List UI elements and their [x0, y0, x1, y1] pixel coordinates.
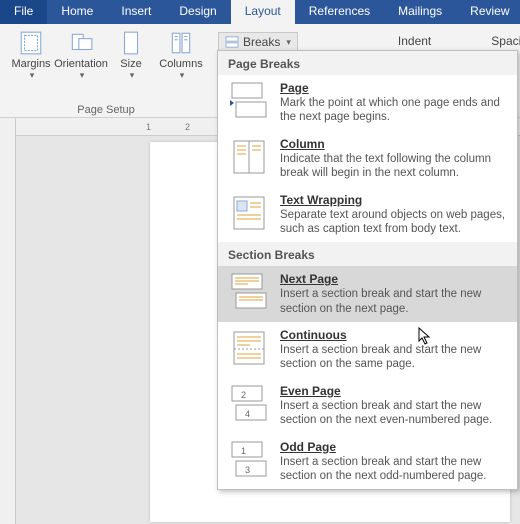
breaks-button[interactable]: Breaks ▾ [218, 32, 298, 52]
size-label: Size [120, 58, 141, 70]
continuous-break-icon [228, 328, 270, 368]
tab-layout[interactable]: Layout [231, 0, 295, 24]
orientation-icon [68, 30, 94, 56]
break-desc: Indicate that the text following the col… [280, 152, 507, 181]
break-option-column[interactable]: Column Indicate that the text following … [218, 131, 517, 187]
chevron-down-icon: ▾ [128, 70, 135, 81]
size-button[interactable]: Size ▾ [106, 26, 156, 104]
odd-page-break-icon: 13 [228, 440, 270, 480]
chevron-down-icon: ▾ [178, 70, 185, 81]
break-desc: Mark the point at which one page ends an… [280, 96, 507, 125]
even-page-break-icon: 24 [228, 384, 270, 424]
column-break-icon [228, 137, 270, 177]
tab-insert[interactable]: Insert [107, 0, 165, 24]
orientation-button[interactable]: Orientation ▾ [56, 26, 106, 104]
margins-icon [18, 30, 44, 56]
break-option-page[interactable]: Page Mark the point at which one page en… [218, 75, 517, 131]
margins-button[interactable]: Margins ▾ [6, 26, 56, 104]
group-label-page-setup: Page Setup [6, 104, 206, 117]
breaks-label: Breaks [243, 35, 280, 49]
spacing-label: Spacing [491, 34, 520, 48]
chevron-down-icon: ▾ [284, 37, 291, 48]
next-page-break-icon [228, 272, 270, 312]
break-option-next-page[interactable]: Next Page Insert a section break and sta… [218, 266, 517, 322]
break-title: Page [280, 81, 507, 95]
break-title: Even Page [280, 384, 507, 398]
tab-references[interactable]: References [295, 0, 384, 24]
margins-label: Margins [11, 58, 50, 70]
break-title: Odd Page [280, 440, 507, 454]
ribbon-tabs: File Home Insert Design Layout Reference… [0, 0, 520, 24]
break-title: Next Page [280, 272, 507, 286]
break-desc: Separate text around objects on web page… [280, 208, 507, 237]
size-icon [118, 30, 144, 56]
svg-text:3: 3 [245, 465, 250, 475]
break-title: Text Wrapping [280, 193, 507, 207]
ruler-mark: 2 [185, 122, 190, 132]
page-break-icon [228, 81, 270, 121]
columns-label: Columns [159, 58, 202, 70]
breaks-dropdown: Page Breaks Page Mark the point at which… [217, 50, 518, 490]
break-option-continuous[interactable]: Continuous Insert a section break and st… [218, 322, 517, 378]
svg-text:2: 2 [241, 390, 246, 400]
section-header-section-breaks: Section Breaks [218, 242, 517, 266]
ruler-mark: 1 [146, 122, 151, 132]
break-option-even-page[interactable]: 24 Even Page Insert a section break and … [218, 378, 517, 434]
tab-mailings[interactable]: Mailings [384, 0, 456, 24]
break-desc: Insert a section break and start the new… [280, 287, 507, 316]
group-page-setup: Margins ▾ Orientation ▾ Size ▾ Columns ▾… [0, 24, 212, 117]
indent-label: Indent [398, 34, 431, 48]
orientation-label: Orientation [54, 58, 108, 70]
break-title: Continuous [280, 328, 507, 342]
section-header-page-breaks: Page Breaks [218, 51, 517, 75]
svg-text:4: 4 [245, 409, 250, 419]
break-desc: Insert a section break and start the new… [280, 399, 507, 428]
chevron-down-icon: ▾ [28, 70, 35, 81]
break-option-odd-page[interactable]: 13 Odd Page Insert a section break and s… [218, 434, 517, 490]
columns-button[interactable]: Columns ▾ [156, 26, 206, 104]
tab-home[interactable]: Home [47, 0, 107, 24]
svg-text:1: 1 [241, 446, 246, 456]
break-desc: Insert a section break and start the new… [280, 455, 507, 484]
break-title: Column [280, 137, 507, 151]
tab-review[interactable]: Review [456, 0, 520, 24]
vertical-ruler [0, 118, 16, 524]
chevron-down-icon: ▾ [78, 70, 85, 81]
tab-design[interactable]: Design [165, 0, 230, 24]
break-desc: Insert a section break and start the new… [280, 343, 507, 372]
text-wrap-break-icon [228, 193, 270, 233]
tab-file[interactable]: File [0, 0, 47, 24]
columns-icon [168, 30, 194, 56]
break-option-text-wrapping[interactable]: Text Wrapping Separate text around objec… [218, 187, 517, 243]
breaks-icon [225, 36, 239, 48]
